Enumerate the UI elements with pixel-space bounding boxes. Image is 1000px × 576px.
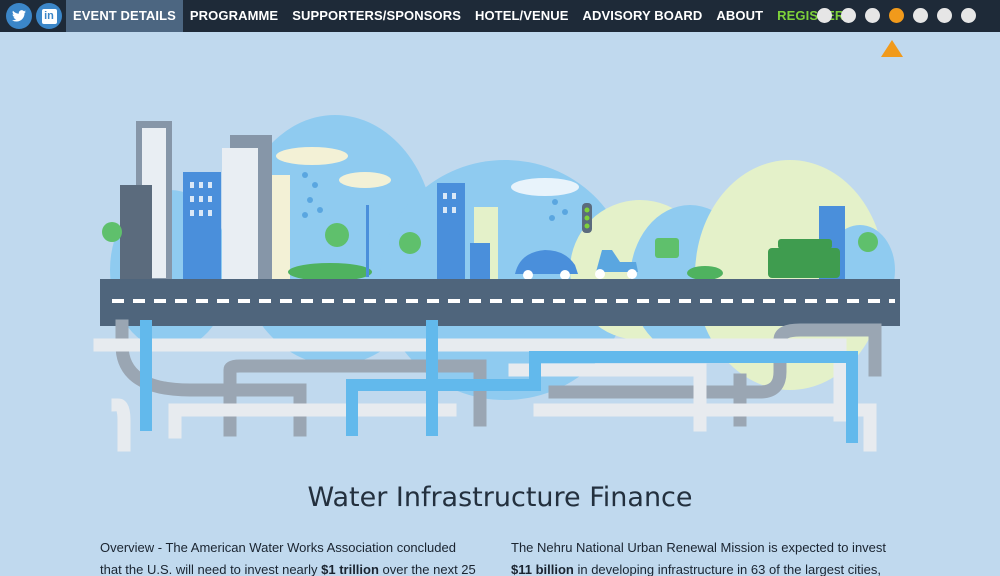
paragraph-line: Overview - The American Water Works Asso… <box>100 540 456 555</box>
slide-dot[interactable] <box>961 8 976 23</box>
twitter-link[interactable] <box>6 3 32 29</box>
linkedin-link[interactable]: in <box>36 3 62 29</box>
bold-figure: $1 trillion <box>321 562 379 576</box>
twitter-icon <box>12 10 26 22</box>
overview-paragraph-left: Overview - The American Water Works Asso… <box>100 537 490 576</box>
slide-dot[interactable] <box>913 8 928 23</box>
nav-item-supporters-sponsors[interactable]: SUPPORTERS/SPONSORS <box>285 0 468 32</box>
nav-item-advisory-board[interactable]: ADVISORY BOARD <box>576 0 710 32</box>
slide-dot-active[interactable] <box>889 8 904 23</box>
bold-figure: $11 billion <box>511 562 574 576</box>
paragraph-line: $11 billion in developing infrastructure… <box>511 559 901 576</box>
nav-item-about[interactable]: ABOUT <box>709 0 770 32</box>
nav-item-hotel-venue[interactable]: HOTEL/VENUE <box>468 0 576 32</box>
active-slide-pointer-icon <box>881 40 903 57</box>
text-run: over the next 25 <box>378 562 476 576</box>
nav-item-event-details[interactable]: EVENT DETAILS <box>66 0 183 32</box>
nav-item-programme[interactable]: PROGRAMME <box>183 0 285 32</box>
linkedin-icon: in <box>41 8 57 24</box>
paragraph-line: that the U.S. will need to invest nearly… <box>100 559 490 576</box>
slide-dot[interactable] <box>841 8 856 23</box>
slide-dot[interactable] <box>817 8 832 23</box>
city-water-illustration <box>93 115 900 452</box>
top-navigation-bar: in EVENT DETAILS PROGRAMME SUPPORTERS/SP… <box>0 0 1000 32</box>
page-title: Water Infrastructure Finance <box>307 482 693 513</box>
slide-dot[interactable] <box>865 8 880 23</box>
slide-dots <box>817 8 976 23</box>
paragraph-line: The Nehru National Urban Renewal Mission… <box>511 540 887 555</box>
slide-dot[interactable] <box>937 8 952 23</box>
text-run: in developing infrastructure in 63 of th… <box>573 562 881 576</box>
main-menu: EVENT DETAILS PROGRAMME SUPPORTERS/SPONS… <box>66 0 851 32</box>
text-run: that the U.S. will need to invest nearly <box>100 562 322 576</box>
overview-paragraph-right: The Nehru National Urban Renewal Mission… <box>511 537 901 576</box>
